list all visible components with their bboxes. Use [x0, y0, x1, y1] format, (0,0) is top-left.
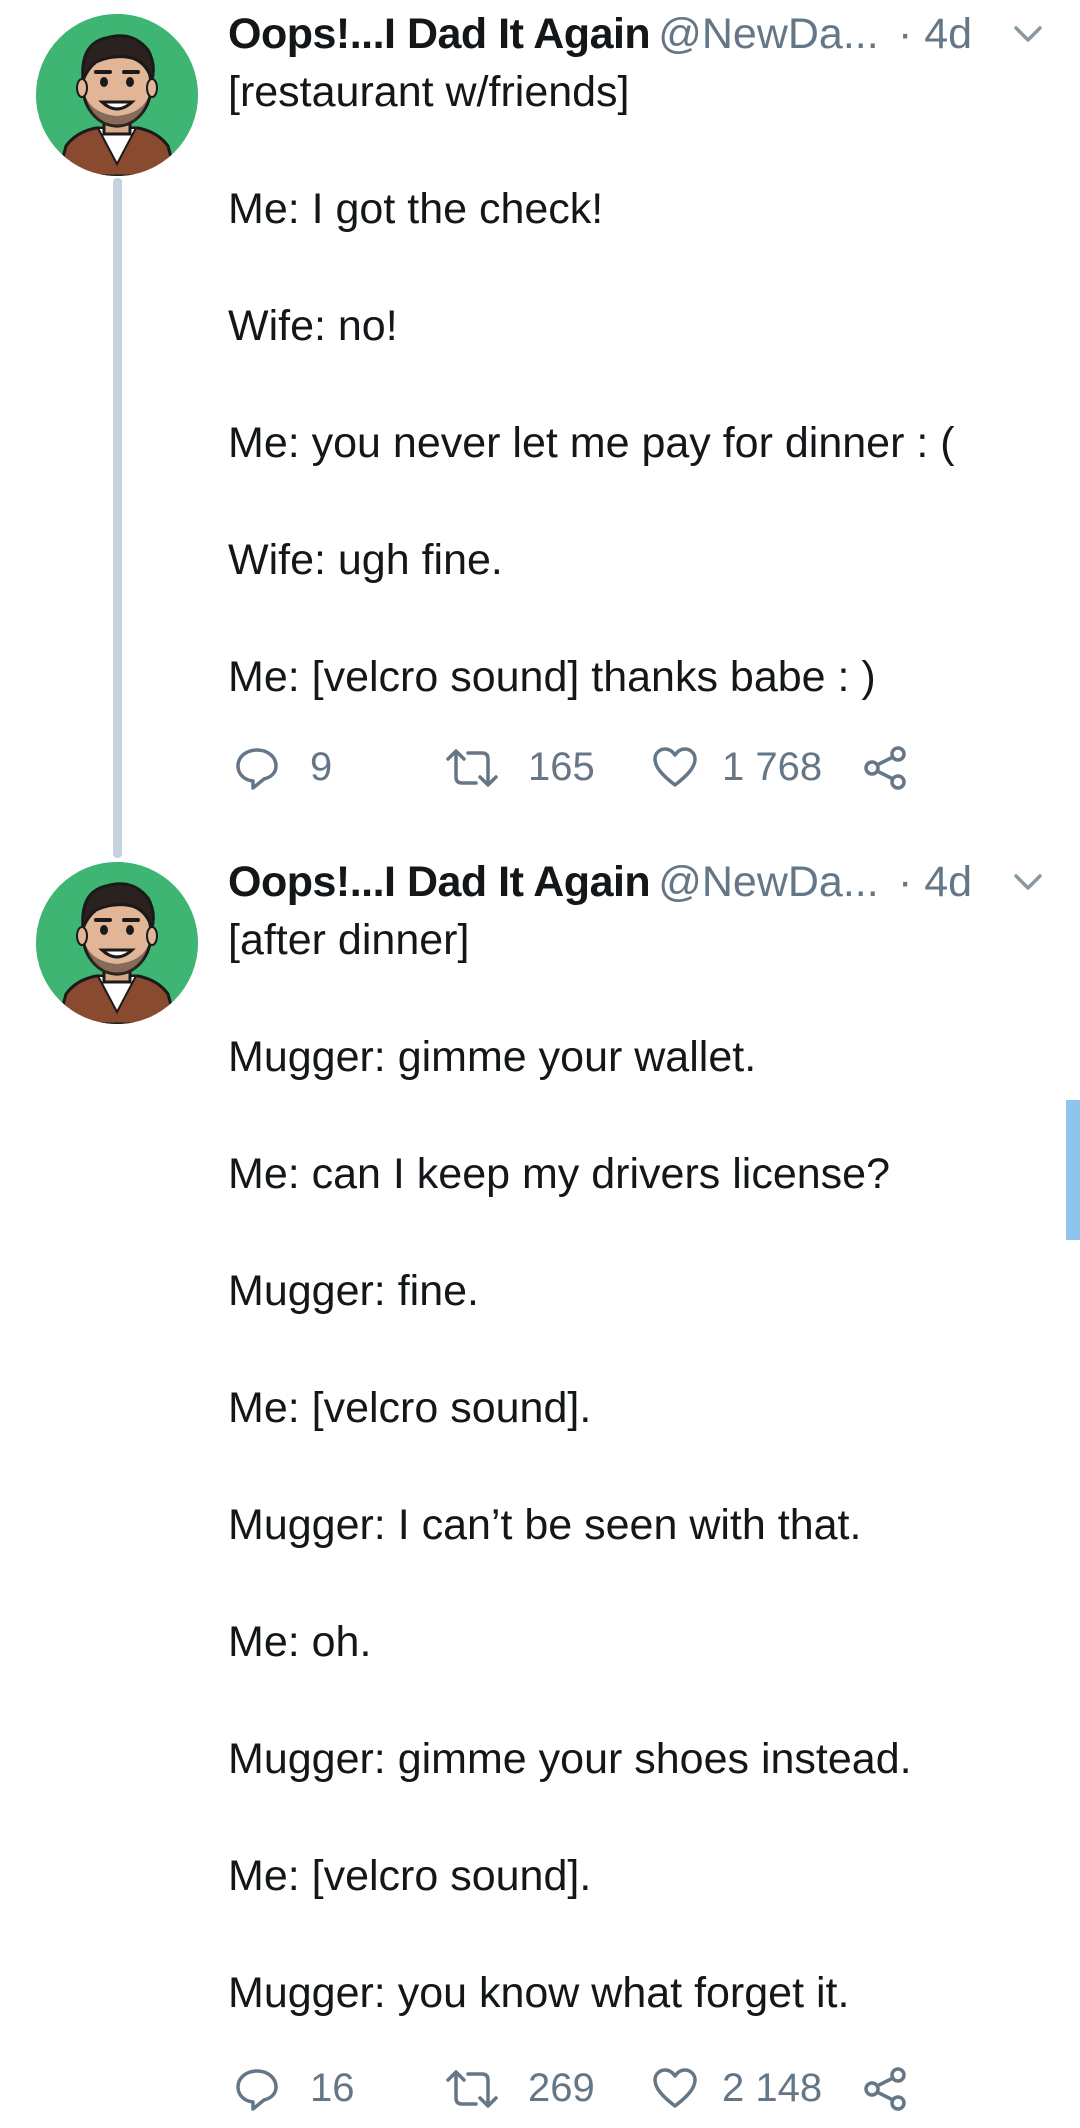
reply-button[interactable]: 16 — [234, 2058, 374, 2118]
avatar[interactable] — [36, 14, 198, 176]
share-icon — [864, 746, 906, 790]
reply-icon — [236, 2069, 278, 2111]
tweet-line: Mugger: gimme your wallet. — [228, 1033, 757, 1081]
heart-icon — [653, 2068, 697, 2108]
tweet-timestamp[interactable]: · 4d — [898, 852, 972, 912]
like-count: 1 768 — [722, 745, 823, 789]
retweet-count: 165 — [528, 745, 595, 789]
retweet-icon — [446, 749, 498, 787]
avatar-face-icon — [36, 14, 198, 176]
tweet-line: [after dinner] — [228, 916, 470, 964]
tweet-timestamp[interactable]: · 4d — [898, 4, 972, 64]
tweet-line: Mugger: I can’t be seen with that. — [228, 1501, 862, 1549]
retweet-button[interactable]: 269 — [444, 2058, 634, 2118]
tweet-text: [after dinner] Mugger: gimme your wallet… — [228, 910, 1048, 2023]
reply-icon — [236, 748, 278, 790]
tweet-line: Mugger: you know what forget it. — [228, 1969, 850, 2017]
author-name[interactable]: Oops!...I Dad It Again — [228, 10, 651, 58]
retweet-icon — [446, 2070, 498, 2108]
chevron-down-icon[interactable] — [1008, 862, 1048, 902]
author-name[interactable]: Oops!...I Dad It Again — [228, 858, 651, 906]
thread-connector-line — [113, 178, 122, 858]
scrollbar-thumb[interactable] — [1066, 1100, 1080, 1240]
tweet-line: Mugger: gimme your shoes instead. — [228, 1735, 912, 1783]
tweet-header: Oops!...I Dad It Again @NewDa... · 4d — [228, 4, 1048, 64]
tweet-line: Me: [velcro sound] thanks babe : ) — [228, 653, 876, 701]
tweet-line: Me: [velcro sound]. — [228, 1852, 592, 1900]
tweet-line: Me: can I keep my drivers license? — [228, 1150, 890, 1198]
tweet-header: Oops!...I Dad It Again @NewDa... · 4d — [228, 852, 1048, 912]
tweet-line: Wife: ugh fine. — [228, 536, 503, 584]
like-count: 2 148 — [722, 2066, 823, 2110]
like-button[interactable]: 2 148 — [652, 2058, 852, 2118]
share-button[interactable] — [862, 737, 912, 797]
author-handle[interactable]: @NewDa... — [658, 858, 878, 906]
like-button[interactable]: 1 768 — [652, 737, 852, 797]
heart-icon — [653, 747, 697, 787]
avatar-face-icon — [36, 862, 198, 1024]
chevron-down-icon[interactable] — [1008, 14, 1048, 54]
tweet-actions: 16 269 2 148 — [228, 2058, 948, 2118]
tweet-line: Wife: no! — [228, 302, 398, 350]
tweet-line: Me: oh. — [228, 1618, 372, 1666]
tweet-line: Me: I got the check! — [228, 185, 604, 233]
reply-count: 16 — [310, 2066, 355, 2110]
share-button[interactable] — [862, 2058, 912, 2118]
tweet-line: [restaurant w/friends] — [228, 68, 630, 116]
retweet-count: 269 — [528, 2066, 595, 2110]
tweet-line: Me: [velcro sound]. — [228, 1384, 592, 1432]
tweet-text: [restaurant w/friends] Me: I got the che… — [228, 62, 1048, 707]
share-icon — [864, 2067, 906, 2111]
tweet-line: Mugger: fine. — [228, 1267, 479, 1315]
reply-button[interactable]: 9 — [234, 737, 374, 797]
tweet-line: Me: you never let me pay for dinner : ( — [228, 419, 955, 467]
avatar[interactable] — [36, 862, 198, 1024]
tweet-actions: 9 165 1 768 — [228, 737, 948, 797]
reply-count: 9 — [310, 745, 333, 789]
retweet-button[interactable]: 165 — [444, 737, 634, 797]
author-handle[interactable]: @NewDa... — [658, 10, 878, 58]
